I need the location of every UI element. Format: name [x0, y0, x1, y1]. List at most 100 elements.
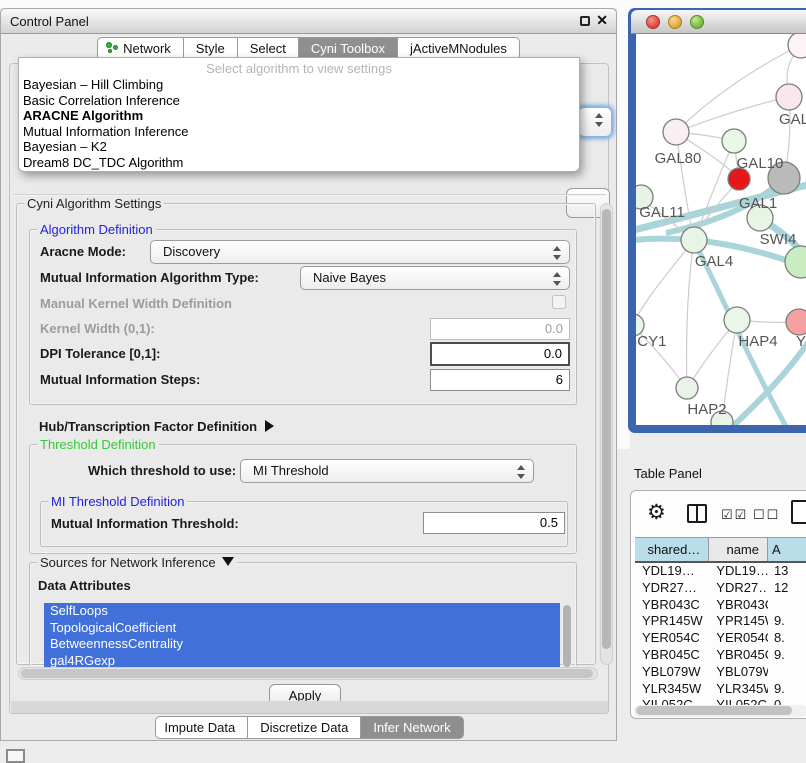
- table-cell: 9.: [768, 681, 806, 698]
- table-cell: YDR27…: [709, 580, 768, 597]
- table-rows: YDL19…YDL19…13YDR27…YDR27…12YBR043CYBR04…: [635, 563, 806, 705]
- network-node-gal80[interactable]: [663, 119, 689, 145]
- network-node-gal[interactable]: [776, 84, 802, 110]
- node-table: shared… name A YDL19…YDL19…13YDR27…YDR27…: [635, 537, 806, 705]
- network-view-window: GALGAL80GAL10GAL1GAL11GAL4SWI4GCY1HAP4YH…: [628, 8, 806, 433]
- table-row[interactable]: YBR043CYBR043C: [635, 597, 806, 614]
- network-node-gal10[interactable]: [722, 129, 746, 153]
- kernel-width-label: Kernel Width (0,1):: [40, 321, 155, 336]
- cyni-algorithm-settings-group: Cyni Algorithm Settings Algorithm Defini…: [16, 203, 596, 665]
- which-threshold-combo[interactable]: MI Threshold: [240, 459, 534, 483]
- table-cell: YDL19…: [709, 563, 768, 580]
- network-node-hap2[interactable]: [676, 377, 698, 399]
- close-icon[interactable]: ✕: [596, 12, 608, 29]
- threshold-definition-group: Threshold Definition Which threshold to …: [29, 444, 577, 554]
- mi-type-combo[interactable]: Naive Bayes: [300, 266, 570, 290]
- table-row[interactable]: YDL19…YDL19…13: [635, 563, 806, 580]
- control-panel-titlebar: Control Panel ✕: [1, 9, 616, 34]
- hub-definition-toggle[interactable]: Hub/Transcription Factor Definition: [39, 419, 274, 434]
- mi-threshold-label: Mutual Information Threshold:: [51, 516, 239, 531]
- algorithm-definition-group: Algorithm Definition Aracne Mode: Discov…: [29, 229, 577, 405]
- collapsed-panel-icon[interactable]: [6, 749, 25, 763]
- deselect-all-checkboxes-icon[interactable]: ☐☐: [753, 507, 780, 523]
- node-label: SWI4: [760, 231, 797, 248]
- settings-vscrollbar[interactable]: [600, 203, 613, 665]
- dropdown-item[interactable]: ARACNE Algorithm: [19, 108, 579, 124]
- tab-discretize-data[interactable]: Discretize Data: [248, 716, 361, 739]
- settings-hscrollbar[interactable]: [18, 667, 598, 680]
- network-node[interactable]: [788, 34, 806, 58]
- panel-bottom-strip: [11, 701, 608, 713]
- list-vscrollbar[interactable]: [562, 604, 572, 668]
- table-hscrollbar[interactable]: [634, 705, 806, 717]
- float-window-icon[interactable]: [580, 16, 590, 26]
- mi-threshold-field[interactable]: 0.5: [423, 512, 565, 534]
- manual-kernel-checkbox[interactable]: [552, 295, 566, 309]
- table-row[interactable]: YPR145WYPR145W9.: [635, 613, 806, 630]
- network-edge: [636, 240, 694, 324]
- table-row[interactable]: YER054CYER054C8.: [635, 630, 806, 647]
- document-icon[interactable]: [791, 500, 806, 524]
- table-row[interactable]: YLR345WYLR345W9.: [635, 681, 806, 698]
- table-cell: [768, 597, 806, 614]
- table-cell: YBR045C: [709, 647, 768, 664]
- mi-steps-field[interactable]: 6: [430, 369, 570, 391]
- node-label: HAP4: [738, 333, 777, 350]
- attribute-list-item[interactable]: BetweennessCentrality: [44, 636, 560, 653]
- data-attributes-label: Data Attributes: [38, 578, 131, 593]
- table-cell: YBR045C: [635, 647, 709, 664]
- dropdown-item[interactable]: Bayesian – Hill Climbing: [19, 77, 579, 93]
- network-node-y[interactable]: [786, 309, 806, 335]
- tab-impute-data[interactable]: Impute Data: [155, 716, 248, 739]
- network-node[interactable]: [785, 246, 806, 278]
- select-all-checkboxes-icon[interactable]: ☑☑: [721, 507, 748, 523]
- attribute-list-item[interactable]: SelfLoops: [44, 603, 560, 620]
- dropdown-item[interactable]: Dream8 DC_TDC Algorithm: [19, 155, 579, 171]
- table-row[interactable]: YDR27…YDR27…12: [635, 580, 806, 597]
- table-cell: 0.: [768, 697, 806, 705]
- dpi-tolerance-field[interactable]: 0.0: [430, 342, 570, 366]
- which-threshold-label: Which threshold to use:: [88, 463, 236, 478]
- mac-close-icon[interactable]: [646, 15, 660, 29]
- table-row[interactable]: YBL079WYBL079W: [635, 664, 806, 681]
- network-window-titlebar: [631, 10, 806, 34]
- node-label: GCY1: [636, 333, 666, 350]
- gear-icon[interactable]: ⚙: [647, 500, 666, 525]
- column-header-name[interactable]: name: [709, 538, 768, 561]
- sources-legend[interactable]: Sources for Network Inference: [37, 555, 237, 570]
- node-label: GAL: [779, 111, 806, 128]
- expanded-arrow-icon: [222, 557, 234, 566]
- column-header-shared-name[interactable]: shared…: [635, 538, 709, 561]
- collapsed-arrow-icon: [265, 420, 274, 432]
- mi-threshold-legend: MI Threshold Definition: [48, 494, 187, 509]
- table-cell: 8.: [768, 630, 806, 647]
- network-node-hap4[interactable]: [724, 307, 750, 333]
- table-row[interactable]: YIL052CYIL052C0.: [635, 697, 806, 705]
- network-canvas[interactable]: GALGAL80GAL10GAL1GAL11GAL4SWI4GCY1HAP4YH…: [636, 34, 806, 425]
- table-toolbar: ⚙ ☑☑ ☐☐: [631, 491, 806, 537]
- table-panel-title: Table Panel: [634, 466, 702, 481]
- table-cell: YBR043C: [709, 597, 768, 614]
- dropdown-item[interactable]: Mutual Information Inference: [19, 124, 579, 140]
- columns-icon[interactable]: [687, 504, 707, 523]
- aracne-mode-combo[interactable]: Discovery: [150, 240, 570, 264]
- kernel-width-field[interactable]: 0.0: [430, 318, 570, 340]
- network-edge: [676, 97, 789, 132]
- node-label: HAP2: [687, 401, 726, 418]
- column-header-clipped[interactable]: A: [768, 538, 806, 561]
- table-cell: [768, 664, 806, 681]
- table-cell: YIL052C: [709, 697, 768, 705]
- algorithm-definition-legend: Algorithm Definition: [37, 222, 156, 237]
- dropdown-item[interactable]: Basic Correlation Inference: [19, 93, 579, 109]
- algorithm-combo-fragment[interactable]: [578, 107, 612, 137]
- network-node-gal4[interactable]: [681, 227, 707, 253]
- mac-zoom-icon[interactable]: [690, 15, 704, 29]
- tab-infer-network[interactable]: Infer Network: [361, 716, 463, 739]
- attribute-list-item[interactable]: TopologicalCoefficient: [44, 620, 560, 637]
- stepper-icon: [552, 271, 560, 287]
- table-row[interactable]: YBR045CYBR045C9.: [635, 647, 806, 664]
- data-attributes-list: SelfLoopsTopologicalCoefficientBetweenne…: [44, 603, 560, 670]
- table-cell: YIL052C: [635, 697, 709, 705]
- dropdown-item[interactable]: Bayesian – K2: [19, 139, 579, 155]
- mac-minimize-icon[interactable]: [668, 15, 682, 29]
